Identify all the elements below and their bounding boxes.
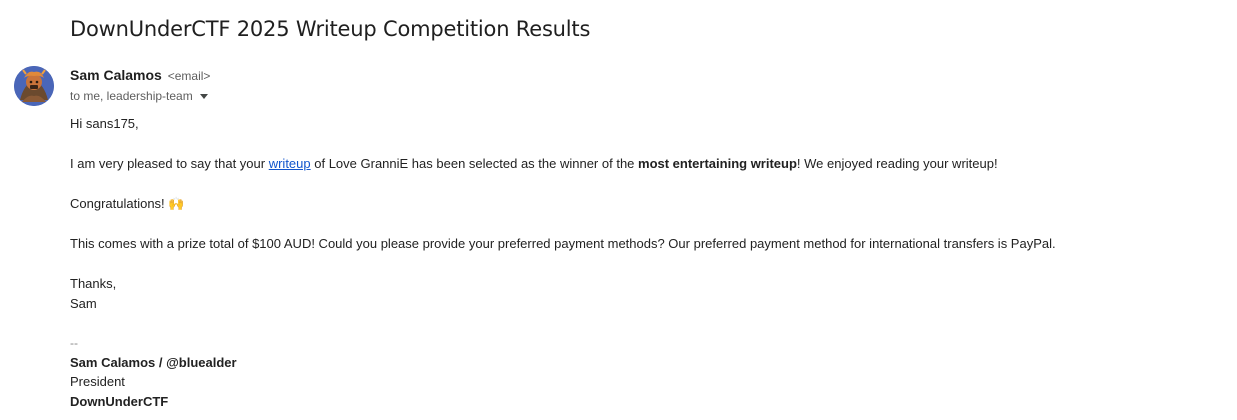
para1-bold: most entertaining writeup: [638, 156, 797, 171]
writeup-link[interactable]: writeup: [269, 156, 311, 171]
signature-separator: --: [70, 336, 78, 350]
thanks-line: Thanks,: [70, 276, 117, 291]
sender-name[interactable]: Sam Calamos: [70, 67, 162, 83]
recipients-text: to me, leadership-team: [70, 89, 193, 103]
recipients-line: to me, leadership-team: [70, 89, 208, 103]
body-paragraph-1: I am very pleased to say that your write…: [70, 156, 998, 172]
signature-org: DownUnderCTF: [70, 394, 169, 409]
para1-mid: of Love GranniE has been selected as the…: [310, 156, 639, 171]
sender-email: <email>: [167, 69, 211, 83]
greeting: Hi sans175,: [70, 116, 139, 131]
sender-avatar[interactable]: [14, 66, 54, 106]
sender-line: Sam Calamos <email>: [70, 67, 210, 83]
email-subject: DownUnderCTF 2025 Writeup Competition Re…: [70, 17, 591, 41]
signature-role: President: [70, 374, 125, 389]
para1-post: ! We enjoyed reading your writeup!: [796, 156, 998, 171]
para1-pre: I am very pleased to say that your: [70, 156, 269, 171]
signoff-line: Sam: [70, 296, 97, 311]
body-paragraph-2: This comes with a prize total of $100 AU…: [70, 236, 1056, 251]
caret-down-icon[interactable]: [199, 94, 208, 99]
avatar-image: [14, 66, 54, 106]
congratulations-line: Congratulations! 🙌: [70, 196, 185, 211]
signature-name: Sam Calamos / @bluealder: [70, 355, 237, 370]
